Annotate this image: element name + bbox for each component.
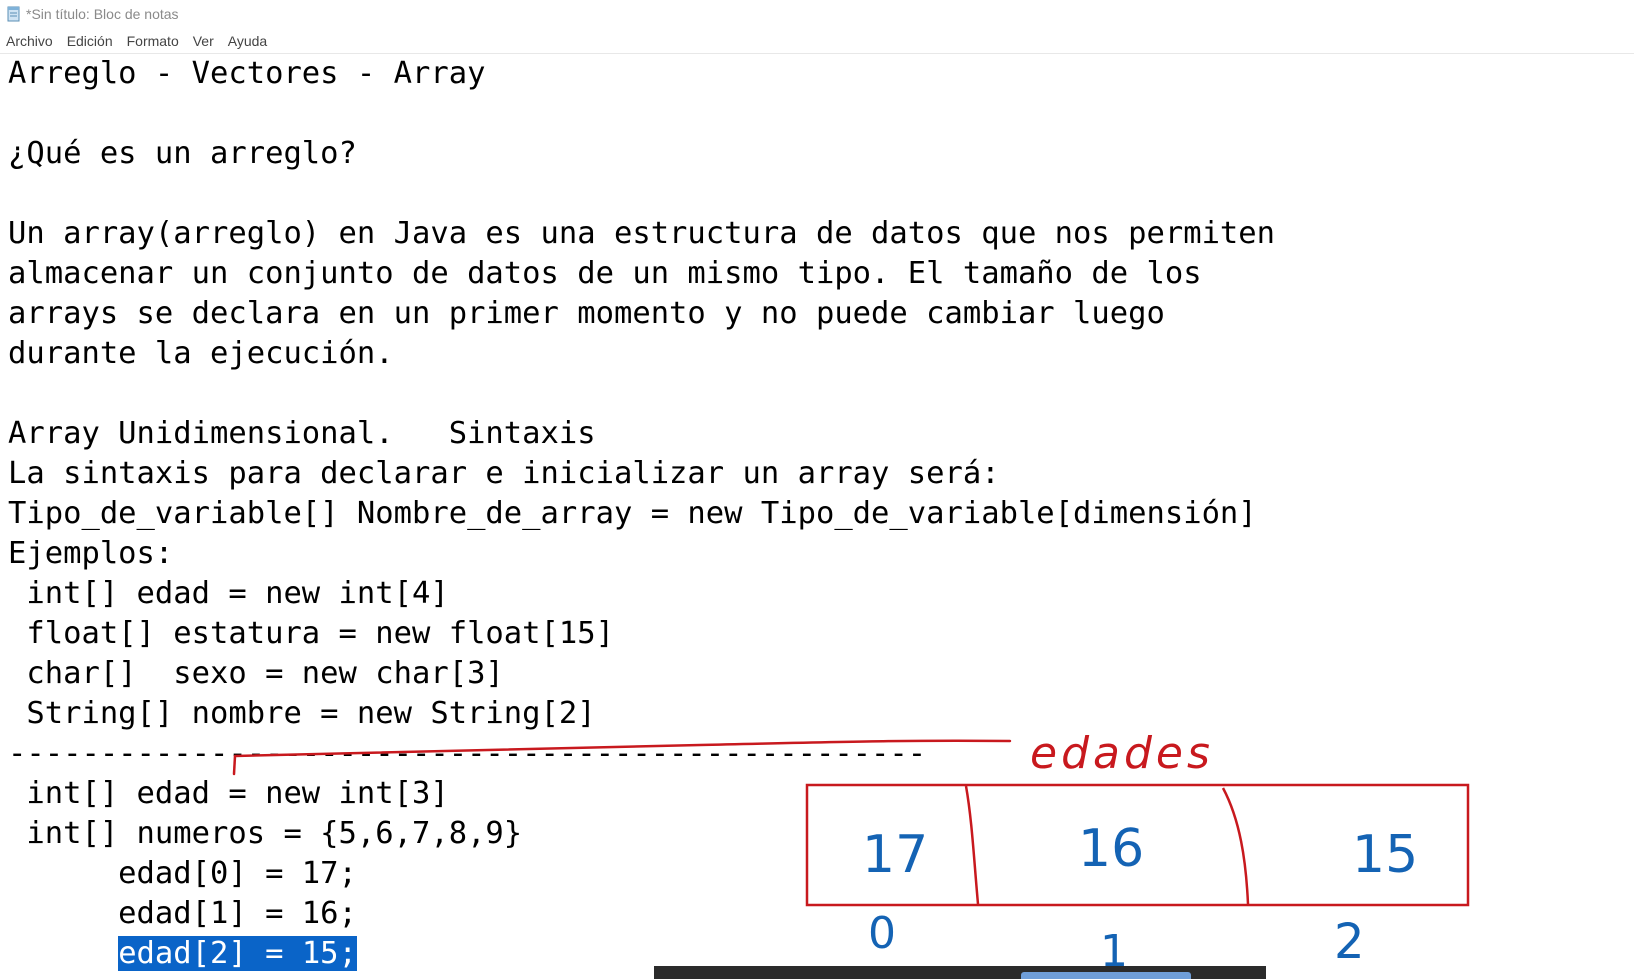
menu-ayuda[interactable]: Ayuda [221,33,274,49]
menu-formato[interactable]: Formato [120,33,186,49]
editor-line[interactable]: almacenar un conjunto de datos de un mis… [8,254,1202,294]
editor-line-selected[interactable]: edad[2] = 15; [8,934,357,974]
editor-line[interactable]: durante la ejecución. [8,334,394,374]
text-editor[interactable]: Arreglo - Vectores - Array ¿Qué es un ar… [0,54,1634,979]
notepad-window: *Sin título: Bloc de notas Archivo Edici… [0,0,1634,979]
editor-line[interactable]: edad[0] = 17; [8,854,357,894]
editor-line[interactable]: Tipo_de_variable[] Nombre_de_array = new… [8,494,1257,534]
editor-line[interactable]: Un array(arreglo) en Java es una estruct… [8,214,1275,254]
editor-line[interactable]: La sintaxis para declarar e inicializar … [8,454,1000,494]
text-selection[interactable]: edad[2] = 15; [118,936,357,971]
window-title: *Sin título: Bloc de notas [26,6,179,22]
editor-line[interactable]: Arreglo - Vectores - Array [8,54,485,94]
menu-archivo[interactable]: Archivo [0,33,60,49]
editor-line[interactable]: int[] numeros = {5,6,7,8,9} [8,814,522,854]
editor-line[interactable]: char[] sexo = new char[3] [8,654,503,694]
editor-line[interactable]: int[] edad = new int[3] [8,774,448,814]
taskbar-indicator [1021,972,1191,979]
editor-line[interactable]: ----------------------------------------… [8,734,926,774]
editor-line[interactable]: String[] nombre = new String[2] [8,694,595,734]
menu-edicion[interactable]: Edición [60,33,120,49]
editor-line[interactable]: int[] edad = new int[4] [8,574,448,614]
title-bar: *Sin título: Bloc de notas [0,0,1634,28]
editor-line[interactable]: ¿Qué es un arreglo? [8,134,357,174]
menu-bar: Archivo Edición Formato Ver Ayuda [0,29,1634,54]
editor-line[interactable]: edad[1] = 16; [8,894,357,934]
notepad-icon [7,6,20,22]
menu-ver[interactable]: Ver [186,33,221,49]
editor-line[interactable]: Array Unidimensional. Sintaxis [8,414,596,454]
editor-line[interactable]: float[] estatura = new float[15] [8,614,614,654]
editor-line[interactable]: Ejemplos: [8,534,173,574]
editor-line[interactable]: arrays se declara en un primer momento y… [8,294,1165,334]
